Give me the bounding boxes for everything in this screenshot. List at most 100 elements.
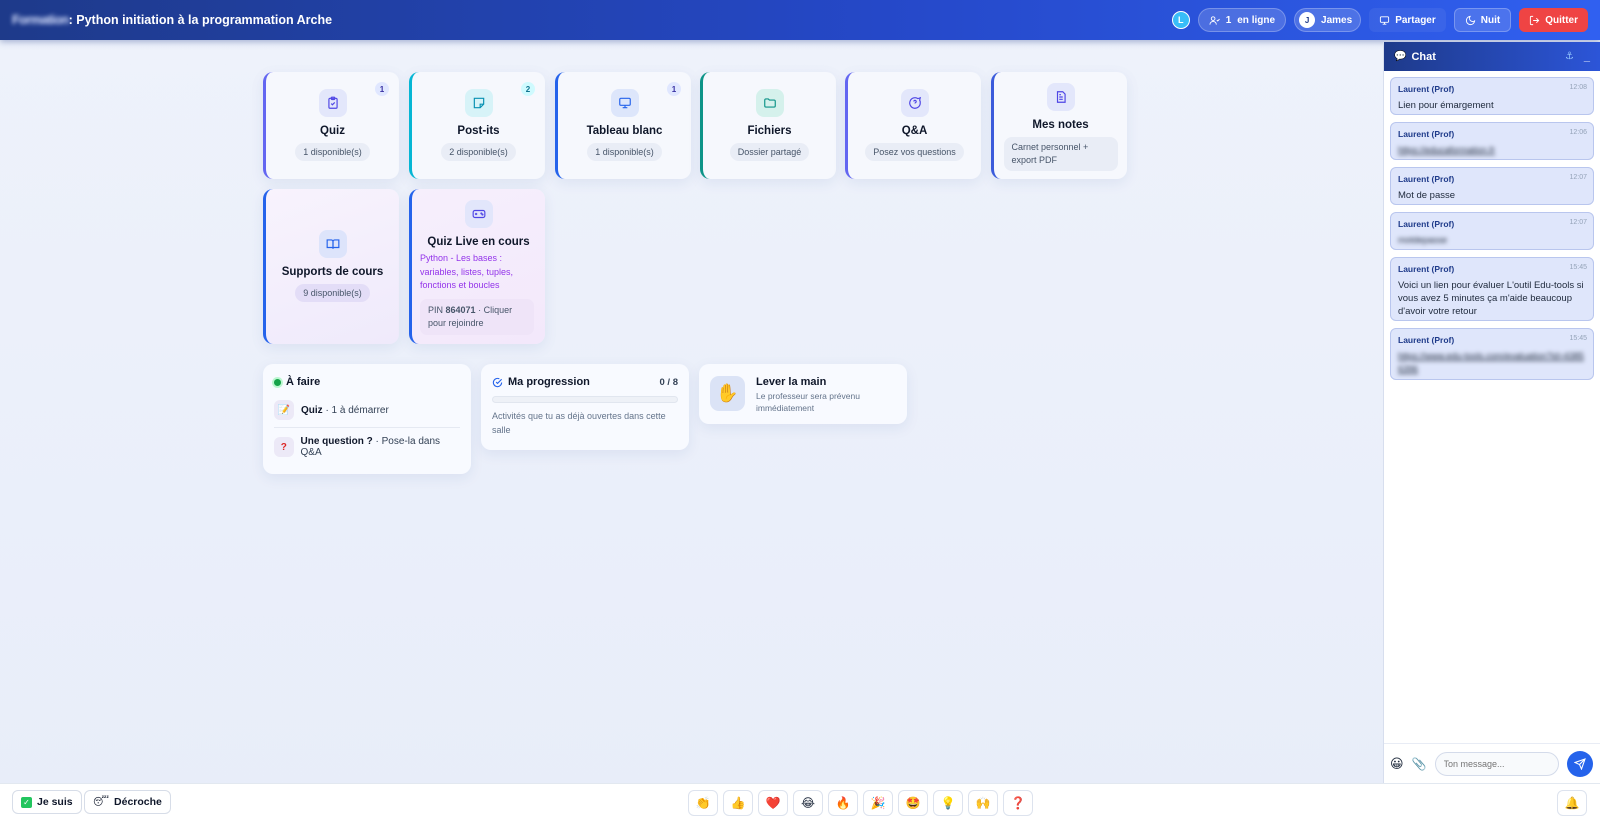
chat-message: Laurent (Prof) 12:08 Lien pour émargemen… — [1390, 77, 1594, 115]
chat-message: Laurent (Prof) 15:45 Voici un lien pour … — [1390, 257, 1594, 321]
user-menu-button[interactable]: J James — [1294, 8, 1362, 32]
card-title: Fichiers — [747, 125, 792, 137]
gamepad-icon — [464, 200, 493, 228]
reaction-question-button[interactable]: ❓ — [1003, 790, 1033, 816]
quiz-live-pin-box[interactable]: PIN 864071 · Cliquer pour rejoindre — [420, 298, 534, 335]
sticky-note-icon — [464, 89, 493, 117]
send-button[interactable] — [1566, 750, 1593, 777]
share-button[interactable]: Partager — [1369, 8, 1446, 32]
card-quiz-live[interactable]: Quiz Live en cours Python - Les bases : … — [409, 189, 545, 344]
reaction-bulb-button[interactable]: 💡 — [933, 790, 963, 816]
away-label: Décroche — [114, 796, 162, 808]
reaction-raised-hands-button[interactable]: 🙌 — [968, 790, 998, 816]
minimize-icon[interactable]: _ — [1584, 51, 1590, 63]
moon-icon — [1465, 15, 1475, 25]
chat-bubble-icon: 💬 — [1394, 51, 1407, 62]
card-postits[interactable]: 2 Post-its 2 disponible(s) — [409, 72, 545, 179]
emoji-picker-icon[interactable]: 😀 — [1390, 756, 1404, 772]
chat-message: Laurent (Prof) 12:06 https://educaformat… — [1390, 122, 1594, 160]
raised-hand-icon: ✋ — [710, 376, 745, 411]
message-time: 12:07 — [1569, 174, 1587, 181]
send-icon — [1573, 757, 1586, 770]
sleepy-face-icon: 😴 — [93, 796, 110, 808]
notification-bell-button[interactable]: 🔔 — [1557, 790, 1587, 816]
folder-icon — [755, 89, 784, 117]
message-body: Lien pour émargement — [1398, 100, 1494, 111]
reaction-laugh-button[interactable]: 😂 — [793, 790, 823, 816]
message-time: 15:45 — [1569, 335, 1587, 342]
online-count: 1 — [1225, 14, 1232, 26]
postits-count-badge: 2 — [521, 82, 535, 96]
message-author: Laurent (Prof) — [1398, 335, 1455, 345]
logout-icon — [1530, 15, 1540, 25]
progress-value: 0 / 8 — [659, 376, 679, 388]
card-qa[interactable]: Q&A Posez vos questions — [845, 72, 981, 179]
card-chip: Carnet personnel + export PDF — [1003, 137, 1118, 171]
progress-title: Ma progression — [508, 376, 590, 388]
online-users-button[interactable]: 1 en ligne — [1197, 8, 1287, 32]
message-body: Voici un lien pour évaluer L'outil Edu-t… — [1398, 280, 1584, 317]
online-label: en ligne — [1237, 14, 1276, 26]
todo-item-quiz[interactable]: 📝 Quiz · 1 à démarrer — [274, 400, 460, 428]
quit-button[interactable]: Quitter — [1519, 8, 1588, 32]
card-title: Mes notes — [1032, 119, 1089, 131]
card-course-materials[interactable]: Supports de cours 9 disponible(s) — [263, 189, 399, 344]
memo-icon: 📝 — [274, 400, 294, 420]
file-text-icon — [1046, 83, 1075, 111]
message-link[interactable]: https://www.edu-tools.com/evaluation?id=… — [1398, 350, 1586, 376]
card-title: Post-its — [457, 125, 500, 137]
quiz-live-description: Python - Les bases : variables, listes, … — [420, 253, 514, 290]
todo-item-question[interactable]: ? Une question ? · Pose-la dans Q&A — [274, 436, 460, 458]
todo-widget: À faire 📝 Quiz · 1 à démarrer ? Une ques… — [263, 364, 471, 474]
room-title-blurred: Formation — [12, 13, 69, 27]
message-body: motdepasse — [1398, 235, 1448, 245]
night-mode-button[interactable]: Nuit — [1453, 8, 1512, 32]
message-time: 12:06 — [1569, 129, 1587, 136]
question-icon: ? — [274, 437, 294, 457]
chat-message: Laurent (Prof) 15:45 https://www.edu-too… — [1390, 328, 1594, 380]
users-icon — [1209, 15, 1220, 25]
chat-input-row: 😀 📎 — [1384, 743, 1600, 783]
room-title: Formation : Python initiation à la progr… — [12, 13, 332, 27]
anchor-icon[interactable]: ⚓ — [1565, 51, 1574, 62]
night-label: Nuit — [1480, 14, 1501, 26]
present-label: Je suis — [37, 796, 73, 808]
user-name: James — [1321, 14, 1353, 26]
card-files[interactable]: Fichiers Dossier partagé — [700, 72, 836, 179]
reaction-heart-button[interactable]: ❤️ — [758, 790, 788, 816]
book-open-icon — [318, 230, 347, 258]
reaction-fire-button[interactable]: 🔥 — [828, 790, 858, 816]
reaction-party-button[interactable]: 🎉 — [863, 790, 893, 816]
chat-message-input[interactable] — [1434, 751, 1559, 776]
attachment-icon[interactable]: 📎 — [1412, 757, 1427, 771]
reaction-star-eyes-button[interactable]: 🤩 — [898, 790, 928, 816]
away-button[interactable]: 😴 Décroche — [84, 790, 171, 814]
check-circle-icon — [492, 377, 503, 387]
card-chip: Dossier partagé — [729, 143, 810, 161]
message-author: Laurent (Prof) — [1398, 84, 1455, 94]
card-chip: 2 disponible(s) — [441, 143, 516, 161]
chat-message: Laurent (Prof) 12:07 Mot de passe — [1390, 167, 1594, 205]
share-label: Partager — [1395, 14, 1436, 26]
progress-widget: Ma progression 0 / 8 Activités que tu as… — [481, 364, 689, 450]
message-author: Laurent (Prof) — [1398, 129, 1455, 139]
present-button[interactable]: ✓ Je suis — [12, 790, 82, 814]
todo-title: À faire — [286, 376, 321, 388]
reaction-thumbs-up-button[interactable]: 👍 — [723, 790, 753, 816]
raise-hand-title: Lever la main — [756, 376, 827, 388]
progress-bar — [492, 396, 678, 403]
message-link[interactable]: https://educaformation.fr — [1398, 144, 1586, 157]
todo-header: À faire — [274, 376, 460, 388]
card-title: Quiz Live en cours — [427, 236, 530, 248]
card-notes[interactable]: Mes notes Carnet personnel + export PDF — [991, 72, 1127, 179]
bottom-bar: ✓ Je suis 😴 Décroche 👏 👍 ❤️ 😂 🔥 🎉 🤩 💡 🙌 … — [0, 783, 1600, 819]
todo-item-strong: Une question ? — [300, 436, 373, 447]
card-whiteboard[interactable]: 1 Tableau blanc 1 disponible(s) — [555, 72, 691, 179]
card-quiz[interactable]: 1 Quiz 1 disponible(s) — [263, 72, 399, 179]
progress-description: Activités que tu as déjà ouvertes dans c… — [492, 411, 666, 435]
card-title: Tableau blanc — [586, 125, 663, 137]
reaction-clap-button[interactable]: 👏 — [688, 790, 718, 816]
raise-hand-button[interactable]: ✋ Lever la main Le professeur sera préve… — [699, 364, 907, 424]
todo-item-rest: · 1 à démarrer — [325, 404, 389, 416]
teacher-avatar[interactable]: L — [1171, 11, 1190, 29]
